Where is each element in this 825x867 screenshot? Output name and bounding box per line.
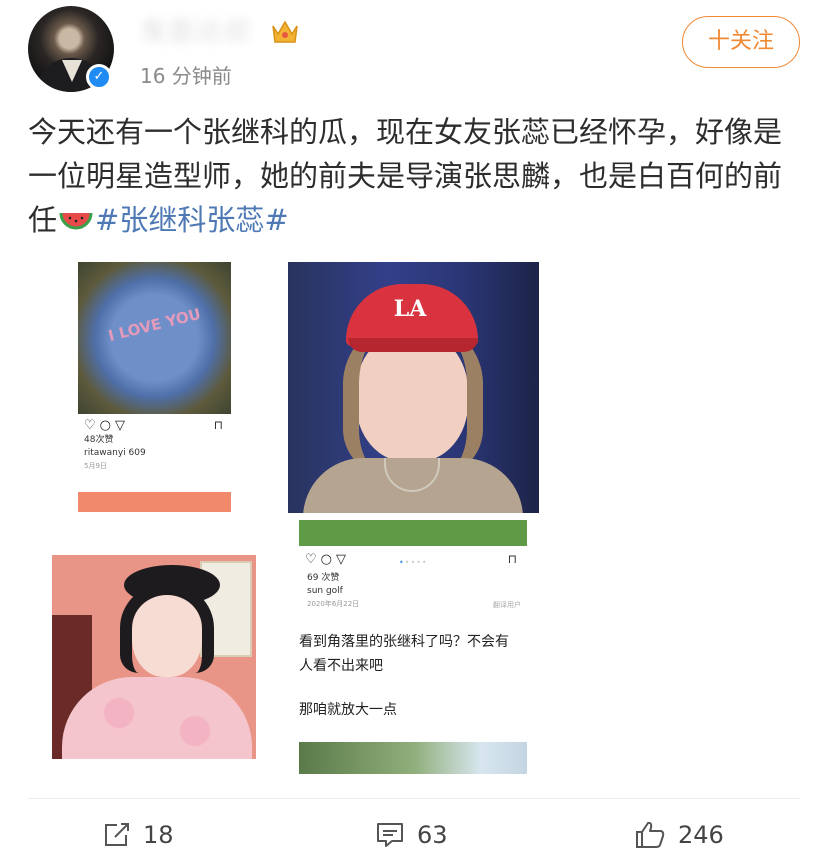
like-button[interactable]: 246 [634, 815, 724, 855]
post-image-screenshot[interactable]: ♡○▽ ••••• ⊓ 69 次赞 sun golf 2020年6月22日 翻译… [299, 520, 527, 774]
ig-likes: 69 次赞 [307, 573, 340, 583]
hair-sides [120, 583, 214, 673]
flower-heart-text: I LOVE YOU [106, 304, 203, 346]
post-image-qipao[interactable] [52, 555, 256, 759]
follow-button[interactable]: 十关注 [682, 16, 800, 68]
grass-strip [299, 520, 527, 546]
bookmark-icon: ⊓ [507, 552, 517, 566]
username[interactable]: 鬼面达叔 [140, 12, 252, 52]
thumbs-up-icon [636, 821, 665, 848]
screenshot-text-1: 看到角落里的张继科了吗？不会有人看不出来吧 [299, 634, 509, 674]
strip-orange [78, 492, 231, 512]
verified-badge-icon: ✓ [86, 64, 112, 90]
repost-button[interactable]: 18 [103, 815, 174, 855]
hashtag-link[interactable]: #张继科张蕊# [95, 203, 289, 237]
ig-date: 2020年6月22日 [307, 600, 360, 608]
repost-icon [105, 823, 129, 846]
ig-action-icons: ♡○▽ [305, 552, 350, 567]
ig-right-note: 翻译用户 [493, 601, 521, 609]
qipao [62, 677, 252, 759]
flower-photo: I LOVE YOU [78, 262, 231, 414]
cap-logo: LA [393, 296, 427, 322]
like-count: 246 [678, 821, 724, 849]
carousel-dots: ••••• [399, 558, 428, 567]
watermelon-icon [59, 212, 93, 230]
screenshot-text-2: 那咱就放大一点 [299, 702, 397, 718]
ig-date: 5月9日 [84, 462, 107, 470]
repost-count: 18 [143, 821, 174, 849]
comment-count: 63 [417, 821, 448, 849]
post-text: 今天还有一个张继科的瓜，现在女友张蕊已经怀孕，好像是一位明星造型师，她的前夫是导… [28, 110, 798, 242]
comment-icon [377, 823, 403, 847]
ig-likes: 48次赞 [84, 435, 114, 445]
post-image-flowers[interactable]: I LOVE YOU ♡○▽ ⊓ 48次赞 ritawanyi 609 5月9日 [78, 262, 231, 512]
trees-strip [299, 742, 527, 774]
bookmark-icon: ⊓ [213, 418, 223, 432]
crown-icon [272, 20, 298, 43]
action-divider [28, 798, 800, 799]
ig-action-icons: ♡○▽ [84, 418, 129, 433]
post-image-red-cap[interactable]: LA [288, 262, 539, 513]
ig-caption: ritawanyi 609 [84, 448, 146, 458]
post-timestamp: 16 分钟前 [140, 64, 232, 88]
cap-brim [348, 338, 478, 352]
ig-user: sun golf [307, 586, 343, 596]
comment-button[interactable]: 63 [375, 815, 448, 855]
